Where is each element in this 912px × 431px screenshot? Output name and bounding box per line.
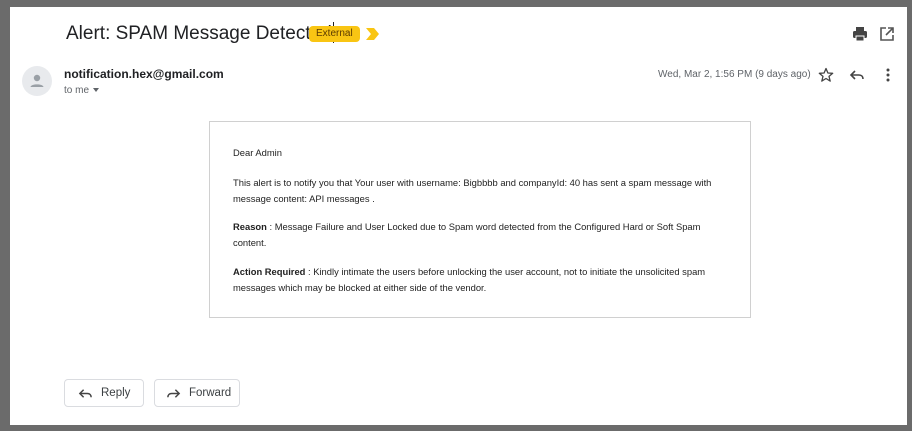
reason-label: Reason (233, 221, 267, 232)
email-subject: Alert: SPAM Message Detected (66, 22, 334, 45)
reason-text: : Message Failure and User Locked due to… (233, 221, 701, 248)
reason-paragraph: Reason : Message Failure and User Locked… (233, 219, 733, 251)
recipient-label: to me (64, 85, 90, 96)
reply-button-label: Reply (101, 387, 131, 399)
email-date: Wed, Mar 2, 1:56 PM (9 days ago) (658, 69, 811, 80)
recipient-details-toggle[interactable]: to me (64, 85, 100, 96)
sender-email[interactable]: notification.hex@gmail.com (64, 67, 224, 81)
external-label-badge[interactable]: External (309, 26, 360, 42)
open-in-new-window-icon[interactable] (878, 25, 896, 43)
star-icon[interactable] (818, 67, 834, 83)
forward-button[interactable]: Forward (154, 379, 240, 407)
important-marker-icon[interactable] (366, 27, 380, 45)
print-icon[interactable] (851, 25, 869, 43)
chevron-down-icon (93, 88, 100, 92)
subject-text: Alert: SPAM Message Detected (66, 23, 332, 44)
avatar-person-icon (30, 74, 44, 87)
reply-button[interactable]: Reply (64, 379, 144, 407)
message-body-card: Dear Admin This alert is to notify you t… (209, 121, 751, 318)
forward-icon (167, 388, 181, 398)
action-required-paragraph: Action Required : Kindly intimate the us… (233, 264, 733, 296)
reply-icon (78, 388, 92, 398)
reply-icon[interactable] (849, 67, 865, 83)
sender-avatar[interactable] (22, 66, 52, 96)
more-options-icon[interactable] (880, 67, 896, 83)
forward-button-label: Forward (189, 387, 232, 399)
action-required-label: Action Required (233, 266, 306, 277)
greeting-text: Dear Admin (233, 147, 282, 158)
intro-paragraph: This alert is to notify you that Your us… (233, 177, 712, 204)
